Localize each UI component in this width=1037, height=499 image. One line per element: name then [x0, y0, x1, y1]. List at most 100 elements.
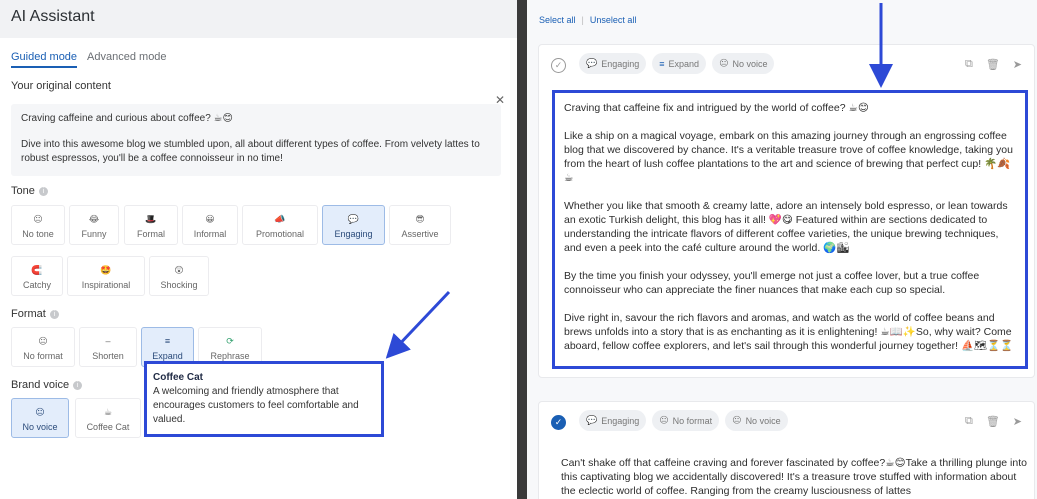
result-text[interactable]: Craving that caffeine fix and intrigued …	[552, 90, 1028, 369]
tag-engaging: 💬 Engaging	[579, 410, 647, 431]
brand-voice-tooltip: Coffee Cat A welcoming and friendly atmo…	[144, 361, 384, 437]
unselect-all-link[interactable]: Unselect all	[590, 15, 637, 25]
chip-label: Shocking	[160, 280, 198, 290]
neutral-face-icon: 😐	[35, 407, 45, 417]
result-paragraph: Dive right in, savour the rich flavors a…	[564, 312, 1014, 352]
tone-catchy[interactable]: 🧲 Catchy	[11, 256, 63, 296]
link-separator: |	[581, 15, 584, 25]
tag-label: Engaging	[601, 58, 640, 69]
tag-no-voice: 😐 No voice	[712, 53, 775, 74]
coffee-cup-icon: ☕	[103, 407, 113, 417]
selected-check-icon[interactable]: ✓	[551, 415, 566, 430]
tag-engaging: 💬 Engaging	[579, 53, 647, 74]
chip-label: Expand	[152, 351, 183, 361]
trash-icon[interactable]: 🗑	[986, 58, 1000, 71]
chip-label: No format	[23, 351, 63, 361]
expand-lines-icon: ≡	[659, 58, 665, 69]
expand-lines-icon: ≡	[164, 336, 171, 346]
mode-tabs: Guided mode Advanced mode	[11, 51, 167, 68]
chip-label: Shorten	[92, 351, 124, 361]
format-no-format[interactable]: 😐 No format	[11, 327, 75, 367]
sunglasses-face-icon: 😎	[415, 214, 425, 224]
result-card: ✓ 💬 Engaging 😐 No format 😐 No voice ⧉ 🗑 ➤ C…	[538, 401, 1035, 499]
tag-label: Expand	[668, 58, 700, 69]
original-content-label: Your original content	[11, 80, 111, 92]
refresh-icon: ⟳	[226, 336, 234, 346]
chip-label: Rephrase	[210, 351, 250, 361]
original-content-line-2: Dive into this awesome blog we stumbled …	[21, 139, 480, 164]
result-card: ✓ 💬 Engaging ≡ Expand 😐 No voice ⧉ 🗑 ➤ Crav…	[538, 44, 1035, 378]
chip-label: Assertive	[401, 229, 439, 239]
card-actions: ⧉ 🗑 ➤	[965, 58, 1022, 71]
tag-label: No voice	[732, 58, 768, 69]
tone-funny[interactable]: 😂 Funny	[69, 205, 119, 245]
result-paragraph: Whether you like that smooth & creamy la…	[564, 200, 1008, 254]
chip-label: Coffee Cat	[86, 422, 130, 432]
tone-label: Tone i	[11, 185, 48, 197]
chip-label: Funny	[81, 229, 107, 239]
copy-icon[interactable]: ⧉	[965, 415, 973, 428]
tag-expand: ≡ Expand	[652, 53, 707, 74]
brand-voice-no-voice[interactable]: 😐 No voice	[11, 398, 69, 438]
brand-voice-coffee-cat[interactable]: ☕ Coffee Cat	[75, 398, 141, 438]
tone-shocking[interactable]: 😲 Shocking	[149, 256, 209, 296]
chip-label: Inspirational	[81, 280, 131, 290]
tag-no-voice: 😐 No voice	[725, 410, 788, 431]
tag-label: Engaging	[601, 415, 640, 426]
top-hat-icon: 🎩	[145, 214, 157, 224]
chip-label: Informal	[193, 229, 227, 239]
send-icon[interactable]: ➤	[1013, 58, 1022, 71]
smile-face-icon: 😀	[205, 214, 215, 224]
format-label: Format i	[11, 308, 59, 320]
trash-icon[interactable]: 🗑	[986, 415, 1000, 428]
card-tags: 💬 Engaging ≡ Expand 😐 No voice	[579, 53, 775, 74]
tone-inspirational[interactable]: 🤩 Inspirational	[67, 256, 145, 296]
tone-formal[interactable]: 🎩 Formal	[124, 205, 178, 245]
format-label-text: Format	[11, 308, 46, 320]
brand-voice-label-text: Brand voice	[11, 379, 70, 391]
shocked-face-icon: 😲	[174, 265, 184, 275]
panel-header: AI Assistant	[0, 0, 517, 38]
chip-label: No tone	[22, 229, 54, 239]
speech-bubble-icon: 💬	[586, 415, 598, 425]
info-icon[interactable]: i	[49, 309, 59, 319]
send-icon[interactable]: ➤	[1013, 415, 1022, 428]
result-paragraph: By the time you finish your odyssey, you…	[564, 270, 980, 296]
chip-label: Formal	[136, 229, 165, 239]
panel-title: AI Assistant	[11, 8, 95, 25]
tone-promotional[interactable]: 📣 Promotional	[242, 205, 318, 245]
select-check-icon[interactable]: ✓	[551, 58, 566, 73]
info-icon[interactable]: i	[73, 380, 83, 390]
card-actions: ⧉ 🗑 ➤	[965, 415, 1022, 428]
tone-label-text: Tone	[11, 185, 35, 197]
star-eyes-face-icon: 🤩	[100, 265, 112, 275]
speech-bubble-icon: 💬	[347, 214, 360, 224]
shorten-icon: –	[105, 336, 111, 346]
selection-links: Select all | Unselect all	[539, 15, 636, 25]
neutral-face-icon: 😐	[33, 214, 43, 224]
tone-engaging[interactable]: 💬 Engaging	[322, 205, 385, 245]
neutral-face-icon: 😐	[38, 336, 48, 346]
results-panel: Select all | Unselect all ✓ 💬 Engaging ≡ E…	[527, 0, 1037, 499]
info-icon[interactable]: i	[38, 186, 48, 196]
select-all-link[interactable]: Select all	[539, 15, 576, 25]
tag-label: No format	[672, 415, 713, 426]
chip-label: Catchy	[22, 280, 51, 290]
tab-advanced-mode[interactable]: Advanced mode	[87, 51, 167, 68]
tab-guided-mode[interactable]: Guided mode	[11, 51, 78, 68]
tag-label: No voice	[745, 415, 781, 426]
tone-no-tone[interactable]: 😐 No tone	[11, 205, 65, 245]
original-content-box[interactable]: Craving caffeine and curious about coffe…	[11, 104, 501, 176]
neutral-face-icon: 😐	[659, 415, 669, 425]
copy-icon[interactable]: ⧉	[965, 58, 973, 71]
tone-informal[interactable]: 😀 Informal	[182, 205, 238, 245]
brand-voice-label: Brand voice i	[11, 379, 83, 391]
card-tags: 💬 Engaging 😐 No format 😐 No voice	[579, 410, 788, 431]
magnet-icon: 🧲	[31, 265, 43, 275]
format-shorten[interactable]: – Shorten	[79, 327, 137, 367]
result-paragraph: Craving that caffeine fix and intrigued …	[564, 102, 869, 114]
tooltip-body: A welcoming and friendly atmosphere that…	[153, 386, 359, 425]
result-text[interactable]: Can't shake off that caffeine craving an…	[561, 456, 1031, 498]
result-paragraph: Like a ship on a magical voyage, embark …	[564, 130, 1013, 184]
tone-assertive[interactable]: 😎 Assertive	[389, 205, 451, 245]
